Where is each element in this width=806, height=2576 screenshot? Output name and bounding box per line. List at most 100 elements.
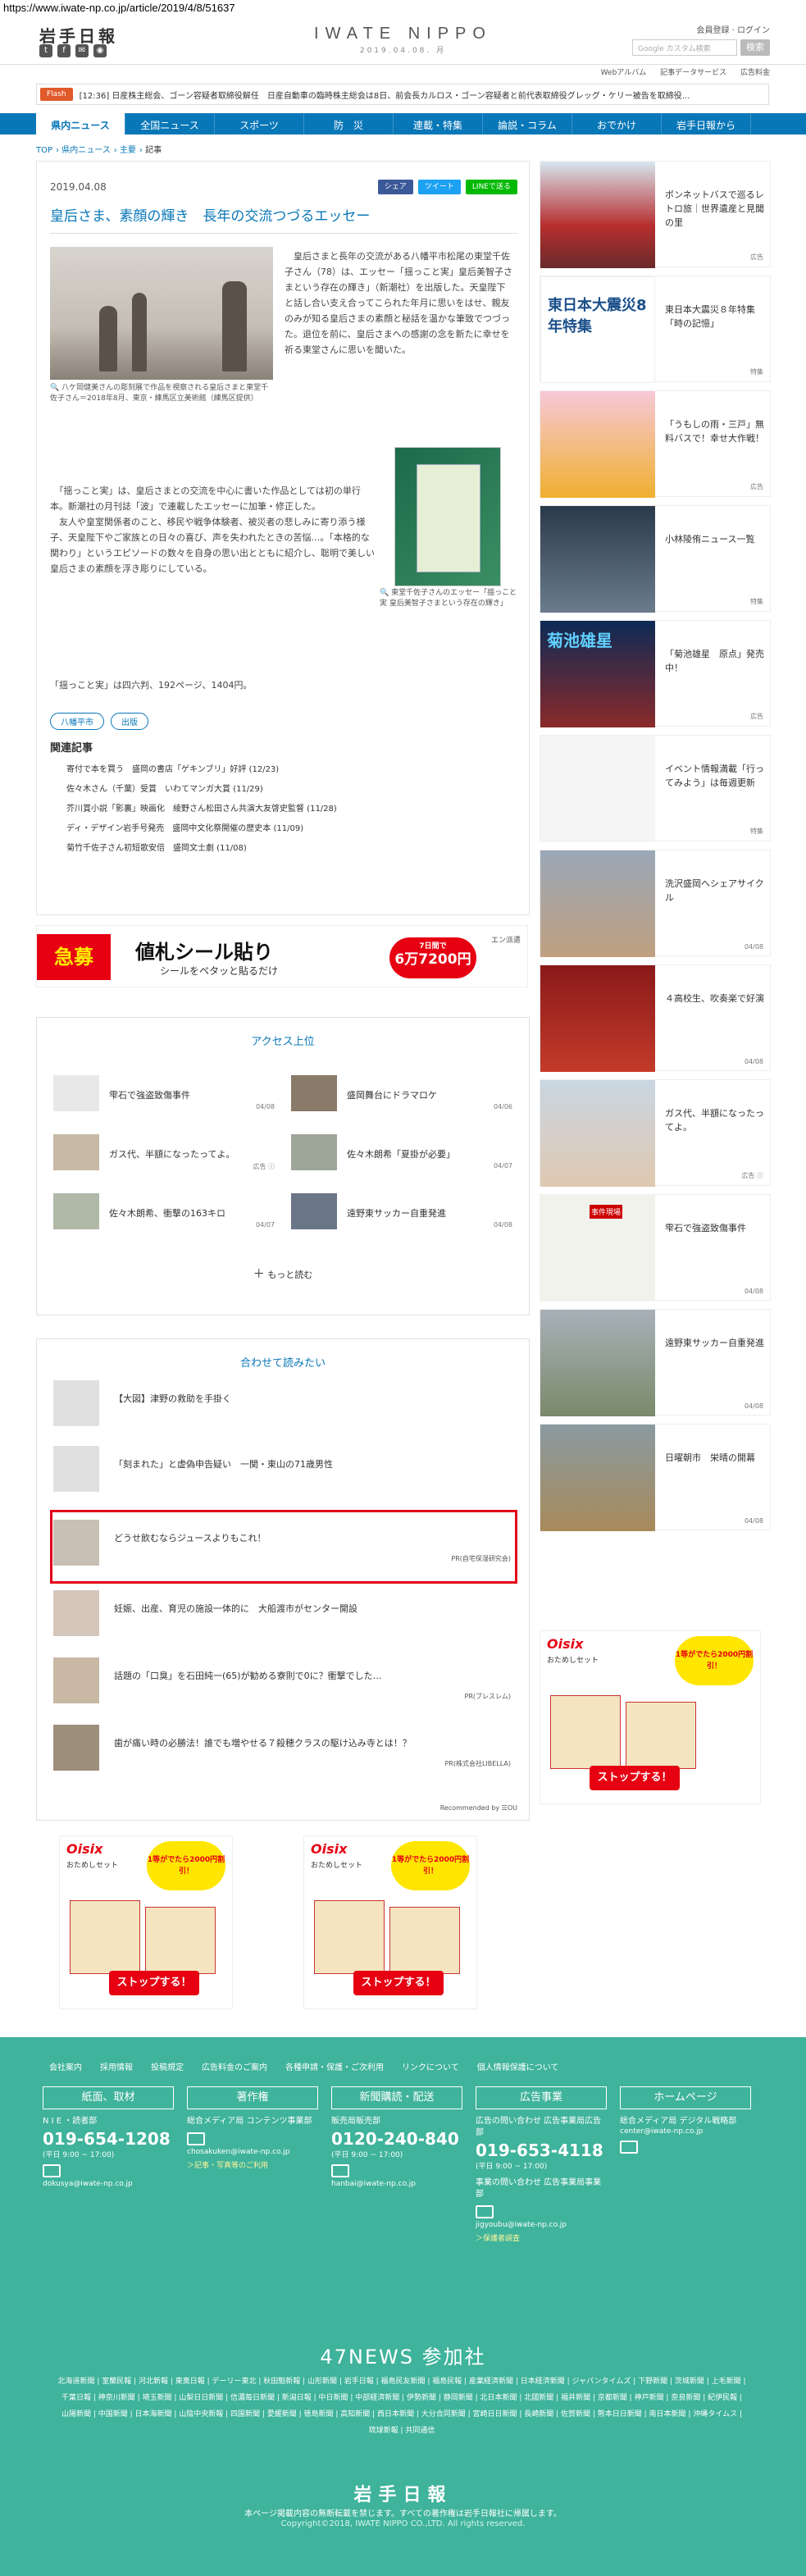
footer-link[interactable]: 広告料金のご案内 xyxy=(202,2060,267,2072)
sidebar-item[interactable]: 日曜朝市 栄晴の開幕 04/08 xyxy=(540,1424,771,1531)
browser-url[interactable]: https://www.iwate-np.co.jp/article/2019/… xyxy=(0,0,806,16)
mail-icon[interactable] xyxy=(476,2205,494,2218)
sidebar-item[interactable]: 遠野東サッカー自重発進 04/08 xyxy=(540,1309,771,1416)
article-lead: 皇后さまと長年の交流がある八幡平市松尾の東堂千佐子さん（78）は、エッセー「揺っ… xyxy=(285,251,512,355)
sidebar-item[interactable]: ガス代、半額になったってよ。 広告 ⓘ xyxy=(540,1079,771,1187)
ad-price: 7日間で 6万7200円 xyxy=(389,937,476,978)
facebook-share-button[interactable]: シェア xyxy=(377,180,413,194)
ranking-item[interactable]: 盛岡舞台にドラマロケ 04/06 xyxy=(291,1074,512,1115)
related-item[interactable]: ディ・デザイン岩手号発売 盛岡中文化祭開催の歴史本 (11/09) xyxy=(66,819,509,839)
breadcrumb-top[interactable]: TOP xyxy=(36,146,52,155)
sidebar-item[interactable]: ボンネットバスで巡るレトロ旅｜世界遺産と見聞の里 広告 xyxy=(540,161,771,268)
phone-number[interactable]: 019-653-4118 xyxy=(476,2141,607,2160)
phone-number[interactable]: 0120-240-840 xyxy=(331,2129,462,2149)
zoom-icon[interactable]: 🔍 xyxy=(50,384,59,392)
ranking-item[interactable]: 佐々木朗希、衝撃の163キロ 04/07 xyxy=(53,1192,275,1233)
member-login[interactable]: 会員登録 · ログイン xyxy=(696,23,770,35)
ranking-item[interactable]: 遠野東サッカー自重発進 04/08 xyxy=(291,1192,512,1233)
search-button[interactable]: 検索 xyxy=(740,39,770,56)
ranking-item[interactable]: ガス代、半額になったってよ。 広告 ⓘ xyxy=(53,1133,275,1174)
related-item[interactable]: 寄付で本を買う 盛岡の書店「ゲキンブリ」好評 (12/23) xyxy=(66,760,509,780)
ad-banner[interactable]: 急募 値札シール貼り シールをペタッと貼るだけ 7日間で 6万7200円 エン派遣 xyxy=(36,925,528,987)
copyright: Copyright©2018, IWATE NIPPO CO.,LTD. All… xyxy=(280,2519,526,2528)
tag-hachimantai[interactable]: 八幡平市 xyxy=(50,713,104,730)
sidebar-item[interactable]: ４高校生、吹奏楽で好演 04/08 xyxy=(540,964,771,1072)
subnav-item[interactable]: 記事データサービス xyxy=(660,69,726,77)
footer-link[interactable]: 投稿規定 xyxy=(151,2060,184,2072)
sidebar-item[interactable]: 洗沢盛岡ヘシェアサイクル 04/08 xyxy=(540,850,771,957)
recommend-heading: 合わせて読みたい xyxy=(239,1357,326,1370)
footer-link[interactable]: リンクについて xyxy=(402,2060,459,2072)
article-photo[interactable] xyxy=(50,247,273,380)
nav-item-sports[interactable]: スポーツ xyxy=(215,113,304,134)
sidebar-item[interactable]: イベント情報満載「行ってみよう」は毎週更新 特集 xyxy=(540,735,771,842)
book-cover xyxy=(417,464,480,572)
nav-item-rensai[interactable]: 連載・特集 xyxy=(394,113,483,134)
footer-logo[interactable]: 岩手日報 xyxy=(0,2480,806,2506)
mail-icon[interactable] xyxy=(331,2164,349,2177)
mail-icon[interactable] xyxy=(43,2164,61,2177)
twitter-share-button[interactable]: ツイート xyxy=(417,180,461,194)
sub-nav: Webアルバム 記事データサービス 広告料金 xyxy=(0,64,806,77)
article-tags: 八幡平市 出版 xyxy=(50,713,148,730)
subnav-item[interactable]: Webアルバム xyxy=(601,69,647,77)
related-list: 寄付で本を買う 盛岡の書店「ゲキンブリ」好評 (12/23) 佐々木さん（千葉）… xyxy=(66,760,509,859)
footer-link[interactable]: ＞保護者調査 xyxy=(476,2232,607,2243)
book-caption: 🔍 東堂千佐子さんのエッセー「揺っこと実 皇后美智子さまという存在の輝き」 xyxy=(380,588,517,609)
ranking-item[interactable]: 雫石で強盗致傷事件 04/08 xyxy=(53,1074,275,1115)
more-button[interactable]: ＋ もっと読む xyxy=(37,1265,529,1282)
photo-caption: 🔍 八ケ岡健美さんの彫刻展で作品を視察される皇后さまと東堂千佐子さん＝2018年… xyxy=(50,383,273,404)
sidebar-item[interactable]: 「うもしの雨・三戸」無料バスで！幸せ大作戦！ 広告 xyxy=(540,390,771,498)
ad-headline: 値札シール貼り xyxy=(135,941,273,964)
nav-item-zenkoku[interactable]: 全国ニュース xyxy=(125,113,215,134)
sidebar-item[interactable]: 事件現場 雫石で強盗致傷事件 04/08 xyxy=(540,1194,771,1302)
recommend-item[interactable]: 歯が痛い時の必勝法！誰でも増やせる７殺穂クラスの駆け込み寺とは！？ PR(株式会社… xyxy=(53,1725,514,1771)
footer-link[interactable]: 会社案内 xyxy=(49,2060,82,2072)
line-share-button[interactable]: LINEで送る xyxy=(465,180,517,194)
news47-heading: 47NEWS 参加社 xyxy=(320,2346,486,2369)
nav-item-ronsetsu[interactable]: 論説・コラム xyxy=(483,113,572,134)
subnav-item[interactable]: 広告料金 xyxy=(740,69,770,77)
nav-item-iwate[interactable]: 岩手日報から xyxy=(662,113,751,134)
sidebar-item[interactable]: 小林陵侑ニュース一覧 特集 xyxy=(540,505,771,613)
flash-ticker[interactable]: Flash [12:36] 日産株主総会、ゴーン容疑者取締役解任 日産自動車の臨… xyxy=(36,84,769,105)
flash-text[interactable]: [12:36] 日産株主総会、ゴーン容疑者取締役解任 日産自動車の臨時株主総会は… xyxy=(80,89,690,101)
book-photo[interactable] xyxy=(394,447,501,586)
footer-link[interactable]: 採用情報 xyxy=(100,2060,133,2072)
nav-item-bousai[interactable]: 防 災 xyxy=(304,113,394,134)
related-item[interactable]: 芥川賞小説「影裏」映画化 綾野さん松田さん共演大友啓史監督 (11/28) xyxy=(66,800,509,819)
oisix-ad-left[interactable]: Oisix おためしセット 1等がでたら2000円割引！ ストップする！ xyxy=(59,1835,233,2009)
news47-papers[interactable]: 北海道新聞 | 室蘭民報 | 河北新報 | 東奥日報 | デーリー東北 | 秋田… xyxy=(57,2373,746,2439)
sidebar-item[interactable]: 東日本大震災8年特集 東日本大震災８年特集「時の記憶」 特集 xyxy=(540,276,771,383)
recommend-credit[interactable]: Recommended by ☰OU xyxy=(440,1804,517,1812)
search-input[interactable]: Google カスタム検索 xyxy=(632,39,737,56)
sidebar-item[interactable]: 菊池雄星 「菊池雄星 原点」発売中！ 広告 xyxy=(540,620,771,727)
recommend-item[interactable]: 話題の「口臭」を石田純一(65)が勧める寮則で0に？衝撃でした… PR(ブレスレム… xyxy=(53,1657,514,1703)
zoom-icon[interactable]: 🔍 xyxy=(380,589,389,597)
breadcrumb-kennai[interactable]: 県内ニュース xyxy=(61,146,111,155)
footer-link[interactable]: ＞記事・写真等のご利用 xyxy=(187,2159,318,2170)
related-heading: 関連記事 xyxy=(50,742,93,755)
recommend-item[interactable]: 妊娠、出産、育児の施設一体的に 大船渡市がセンター開設 xyxy=(53,1590,514,1636)
oisix-ad-right[interactable]: Oisix おためしセット 1等がでたら2000円割引！ ストップする！ xyxy=(303,1835,477,2009)
nav-item-odekake[interactable]: おでかけ xyxy=(572,113,662,134)
tag-shuppan[interactable]: 出版 xyxy=(111,713,148,730)
nav-item-kennai[interactable]: 県内ニュース xyxy=(36,113,125,134)
phone-number[interactable]: 019-654-1208 xyxy=(43,2129,174,2149)
article-date: 2019.04.08 xyxy=(50,181,107,193)
footer-link[interactable]: 個人情報保護について xyxy=(477,2060,559,2072)
recommend-item[interactable]: 【大図】津野の救助を手掛く xyxy=(53,1380,514,1426)
breadcrumb-shuyo[interactable]: 主要 xyxy=(120,146,136,155)
mail-icon[interactable] xyxy=(620,2141,638,2154)
breadcrumb: TOP › 県内ニュース › 主要 › 記事 xyxy=(36,146,162,155)
article-title: 皇后さま、素顔の輝き 長年の交流つづるエッセー xyxy=(50,204,517,234)
footer-link[interactable]: 各種申請・保護・ご次利用 xyxy=(285,2060,384,2072)
recommend-item-highlighted[interactable]: どうせ飲むならジュースよりもこれ！ PR(自宅保湿研究会) xyxy=(53,1520,514,1566)
oisix-ad-sidebar[interactable]: Oisix おためしセット 1等がでたら2000円割引！ ストップする！ xyxy=(540,1630,761,1804)
ranking-item[interactable]: 佐々木朗希「夏掛が必要」 04/07 xyxy=(291,1133,512,1174)
recommend-item[interactable]: 「刻まれた」と虚偽申告疑い 一関・東山の71歳男性 xyxy=(53,1446,514,1492)
related-item[interactable]: 佐々木さん（千葉）受賞 いわてマンガ大賞 (11/29) xyxy=(66,780,509,800)
flash-tag: Flash xyxy=(40,88,73,101)
mail-icon[interactable] xyxy=(187,2132,205,2145)
related-item[interactable]: 菊竹千佐子さん初短歌安倍 盛岡文士劇 (11/08) xyxy=(66,839,509,859)
